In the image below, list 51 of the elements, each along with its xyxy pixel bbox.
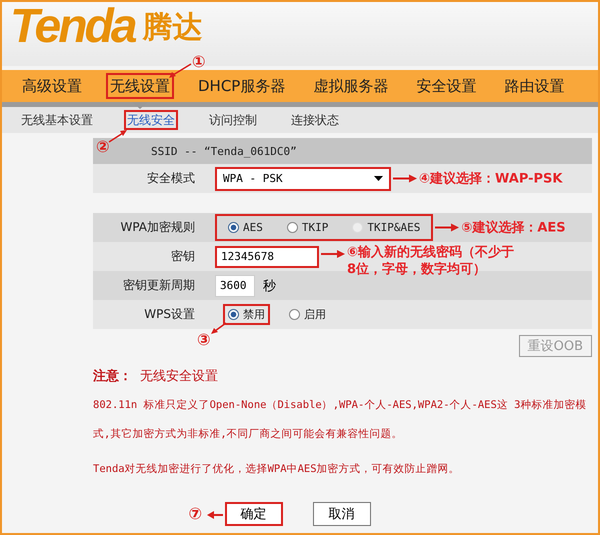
field-label: 密钥更新周期 <box>122 277 196 294</box>
dialog-button[interactable]: 确定 <box>224 502 282 526</box>
select-field[interactable]: WPA - PSK <box>215 166 391 190</box>
step-marker: ⑦ <box>188 505 202 523</box>
note-subtitle: 无线安全设置 <box>140 368 218 385</box>
field-label: 安全模式 <box>146 170 196 187</box>
note-title: 注意： <box>93 368 132 385</box>
note-paragraph: Tenda对无线加密进行了优化，选择WPA中AES加密方式，可有效防止蹭网。 <box>93 462 461 477</box>
logo-chinese-text: 腾达 <box>142 10 203 46</box>
caret-icon <box>374 176 383 181</box>
step-marker: ② <box>96 138 110 156</box>
annotation-arrow <box>435 222 460 232</box>
callout-text: ⑥输入新的无线密码（不少于8位，字母，数字均可） <box>347 244 516 278</box>
radio-label: TKIP <box>302 221 328 234</box>
nav-tab[interactable]: 无线设置 <box>106 73 174 99</box>
logo-text: Tenda <box>10 2 135 52</box>
nav-tab[interactable]: 高级设置 <box>18 73 86 99</box>
nav-tab[interactable]: DHCP服务器 <box>194 73 290 99</box>
radio-label: 禁用 <box>243 307 265 322</box>
dialog-button[interactable]: 取消 <box>312 502 370 526</box>
radio-button[interactable] <box>289 309 300 320</box>
annotation-arrow <box>108 129 128 143</box>
ssid-text: SSID -- “Tenda_061DC0” <box>151 144 297 158</box>
nav-tab[interactable]: 安全设置 <box>412 73 480 99</box>
radio-label: TKIP&AES <box>367 221 420 234</box>
sub-tab[interactable]: 访问控制 <box>206 110 260 130</box>
input-field[interactable]: 3600 <box>215 274 255 296</box>
radio-button[interactable] <box>228 222 239 233</box>
radio-button[interactable] <box>228 309 239 320</box>
annotation-arrow <box>393 174 417 184</box>
callout-text: ⑤建议选择：AES <box>461 219 566 236</box>
field-label: WPS设置 <box>143 306 196 323</box>
annotation-arrow <box>321 248 345 258</box>
input-field[interactable]: 12345678 <box>215 246 319 268</box>
step-marker: ③ <box>197 331 211 349</box>
nav-tab[interactable]: 路由设置 <box>500 73 568 99</box>
note-paragraph: 802.11n 标准只定义了Open-None（Disable）,WPA-个人-AES,WPA2-个人-AES这 3种标准加密模式,其它加密方式为非标准,不同厂商之间可能会有兼容性问题。 <box>93 398 588 442</box>
sub-tab[interactable]: 连接状态 <box>288 110 342 130</box>
sub-tab[interactable]: 无线安全 <box>124 110 178 130</box>
unit-label: 秒 <box>263 278 276 294</box>
field-label: WPA加密规则 <box>119 219 196 236</box>
nav-tab[interactable]: 虚拟服务器 <box>309 73 392 99</box>
callout-text: ④建议选择：WAP-PSK <box>419 170 562 187</box>
radio-label: 启用 <box>304 307 326 322</box>
radio-label: AES <box>243 221 263 234</box>
field-label: 密钥 <box>170 248 196 265</box>
annotation-arrow <box>168 63 192 79</box>
step-marker: ① <box>192 53 206 71</box>
radio-button[interactable] <box>286 222 298 233</box>
annotation-arrow <box>206 510 222 520</box>
sub-tab[interactable]: 无线基本设置 <box>18 110 96 130</box>
